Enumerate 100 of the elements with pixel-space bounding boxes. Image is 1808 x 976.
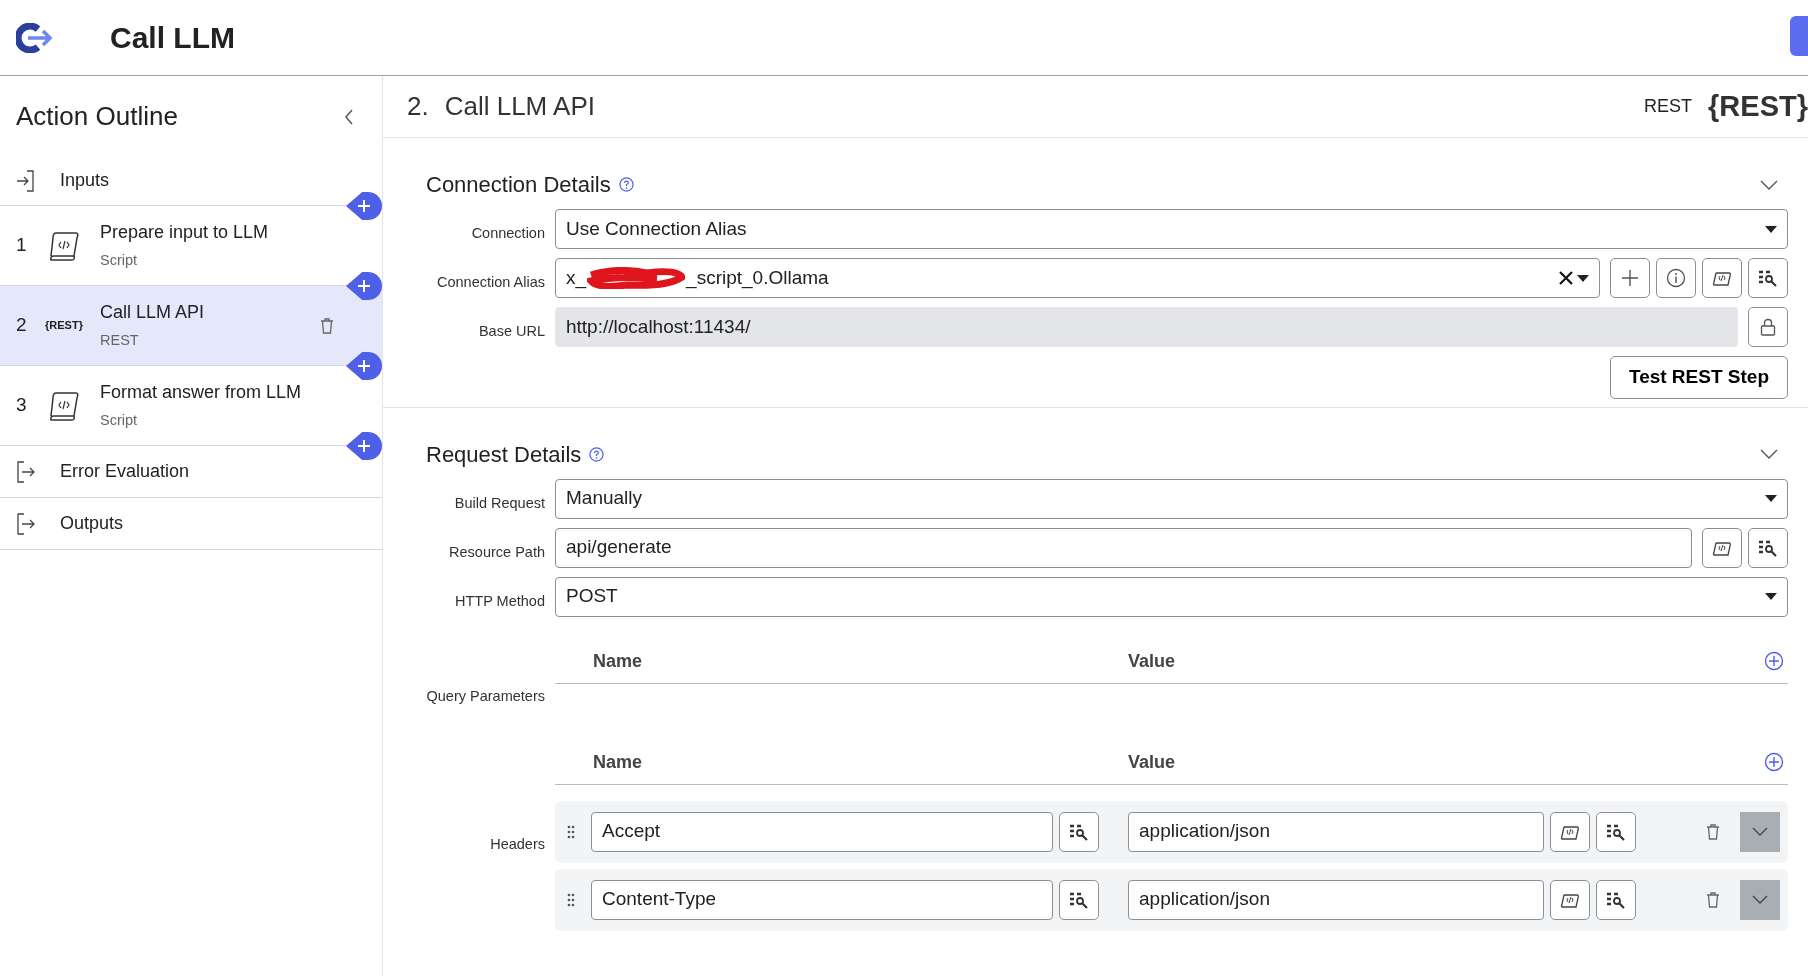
code-scroll-icon xyxy=(1712,269,1732,287)
input-field[interactable]: Content-Type xyxy=(591,879,1053,920)
caret-icon xyxy=(1577,274,1589,282)
drag-handle-icon[interactable] xyxy=(567,824,575,839)
step-label: Format answer from LLM xyxy=(100,381,303,405)
expand-button[interactable] xyxy=(1740,879,1780,920)
column-header: Name xyxy=(593,750,644,774)
add-icon xyxy=(1621,269,1639,287)
delete-icon[interactable] xyxy=(1706,891,1720,908)
mapping-button[interactable] xyxy=(1596,879,1636,920)
column-header: Value xyxy=(1128,750,1177,774)
step-type: Script xyxy=(100,251,139,271)
field-label: Connection Alias xyxy=(436,273,545,293)
info-button[interactable] xyxy=(1656,258,1696,298)
step-number: 2. xyxy=(407,90,429,123)
field-label: Build Request xyxy=(453,493,545,513)
test-button[interactable]: Test REST Step xyxy=(1609,356,1788,399)
dropdown[interactable]: Use Connection Alias xyxy=(555,209,1788,249)
mapping-search-icon xyxy=(1606,890,1626,909)
delete-icon[interactable] xyxy=(320,317,334,334)
logo-icon xyxy=(16,22,54,53)
drag-handle-icon[interactable] xyxy=(567,892,575,907)
mapping-button[interactable] xyxy=(1596,811,1636,852)
step-type: Script xyxy=(100,411,139,431)
mapping-search-icon xyxy=(1069,890,1089,909)
section-title: Request Details xyxy=(426,440,582,469)
sign-in-icon xyxy=(16,169,36,192)
primary-button[interactable] xyxy=(1790,16,1808,56)
outline-item[interactable]: Error Evaluation xyxy=(60,458,190,485)
info-icon xyxy=(1666,268,1686,288)
chevron-down-icon xyxy=(1752,827,1768,836)
mapping-button[interactable] xyxy=(1748,527,1788,568)
script-button[interactable] xyxy=(1550,879,1590,920)
delete-icon[interactable] xyxy=(1706,823,1720,840)
dropdown[interactable]: Manually xyxy=(555,478,1788,519)
plus-icon xyxy=(357,279,371,293)
sign-out-icon xyxy=(16,460,36,483)
outline-step[interactable]: 2 {REST} Call LLM API REST xyxy=(0,286,382,366)
caret-icon xyxy=(1765,225,1777,233)
step-label: Prepare input to LLM xyxy=(100,221,270,245)
rest-logo: {REST} xyxy=(1708,88,1808,124)
value-text: x_ xyxy=(566,265,587,291)
mapping-button[interactable] xyxy=(1059,811,1099,852)
outline-item[interactable]: Outputs xyxy=(60,510,124,537)
script-button[interactable] xyxy=(1702,258,1742,298)
add-step-button[interactable] xyxy=(346,432,382,460)
value-text: _script_0.Ollama xyxy=(686,265,829,291)
field-label: Headers xyxy=(489,834,545,854)
caret-icon xyxy=(1765,593,1777,600)
sidebar-title: Action Outline xyxy=(16,99,178,133)
column-header: Name xyxy=(593,649,644,673)
chevron-left-icon xyxy=(344,108,354,125)
field-label: Connection xyxy=(470,224,545,244)
mapping-button[interactable] xyxy=(1059,879,1099,920)
chevron-down-icon xyxy=(1752,895,1768,904)
add-step-button[interactable] xyxy=(346,192,382,220)
mapping-search-icon xyxy=(1606,822,1626,841)
field-label: Resource Path xyxy=(448,542,545,562)
input-field[interactable]: application/json xyxy=(1128,879,1544,920)
combobox[interactable]: x_ _script_0.Ollama xyxy=(555,258,1600,298)
expand-button[interactable] xyxy=(1740,811,1780,852)
step-number: 3 xyxy=(16,393,28,418)
add-button[interactable] xyxy=(1610,258,1650,298)
script-button[interactable] xyxy=(1550,811,1590,852)
plus-icon xyxy=(357,199,371,213)
step-type: REST xyxy=(1644,95,1693,118)
add-circle-icon[interactable] xyxy=(1764,752,1784,772)
input-field[interactable]: api/generate xyxy=(555,527,1692,568)
script-button[interactable] xyxy=(1702,527,1742,568)
mapping-search-icon xyxy=(1758,269,1778,287)
input-field[interactable]: Accept xyxy=(591,811,1053,852)
readonly-field: http://localhost:11434/ xyxy=(555,307,1738,347)
caret-icon xyxy=(1765,495,1777,502)
lock-icon xyxy=(1760,318,1776,336)
help-icon[interactable] xyxy=(589,446,605,462)
field-label: Query Parameters xyxy=(425,686,545,706)
sign-out-icon xyxy=(16,512,36,535)
mapping-search-icon xyxy=(1069,822,1089,841)
section-title: Connection Details xyxy=(426,171,611,199)
page-title: Call LLM xyxy=(110,20,235,56)
chevron-down-icon[interactable] xyxy=(1760,449,1778,459)
step-label: Call LLM API xyxy=(100,301,206,325)
chevron-down-icon[interactable] xyxy=(1760,179,1778,190)
outline-item[interactable]: Inputs xyxy=(60,167,110,194)
plus-icon xyxy=(357,359,371,373)
step-type: REST xyxy=(100,331,140,351)
add-circle-icon[interactable] xyxy=(1764,651,1784,671)
field-label: Base URL xyxy=(477,322,545,342)
step-number: 1 xyxy=(16,233,28,258)
mapping-search-icon xyxy=(1758,538,1778,557)
field-label: HTTP Method xyxy=(454,591,545,611)
mapping-button[interactable] xyxy=(1748,258,1788,298)
input-field[interactable]: application/json xyxy=(1128,811,1544,852)
lock-button[interactable] xyxy=(1748,307,1788,347)
column-header: Value xyxy=(1128,649,1177,673)
clear-icon[interactable] xyxy=(1559,271,1573,285)
plus-icon xyxy=(357,439,371,453)
help-icon[interactable] xyxy=(618,177,634,192)
dropdown[interactable]: POST xyxy=(555,576,1788,617)
script-scroll-icon xyxy=(48,229,80,262)
